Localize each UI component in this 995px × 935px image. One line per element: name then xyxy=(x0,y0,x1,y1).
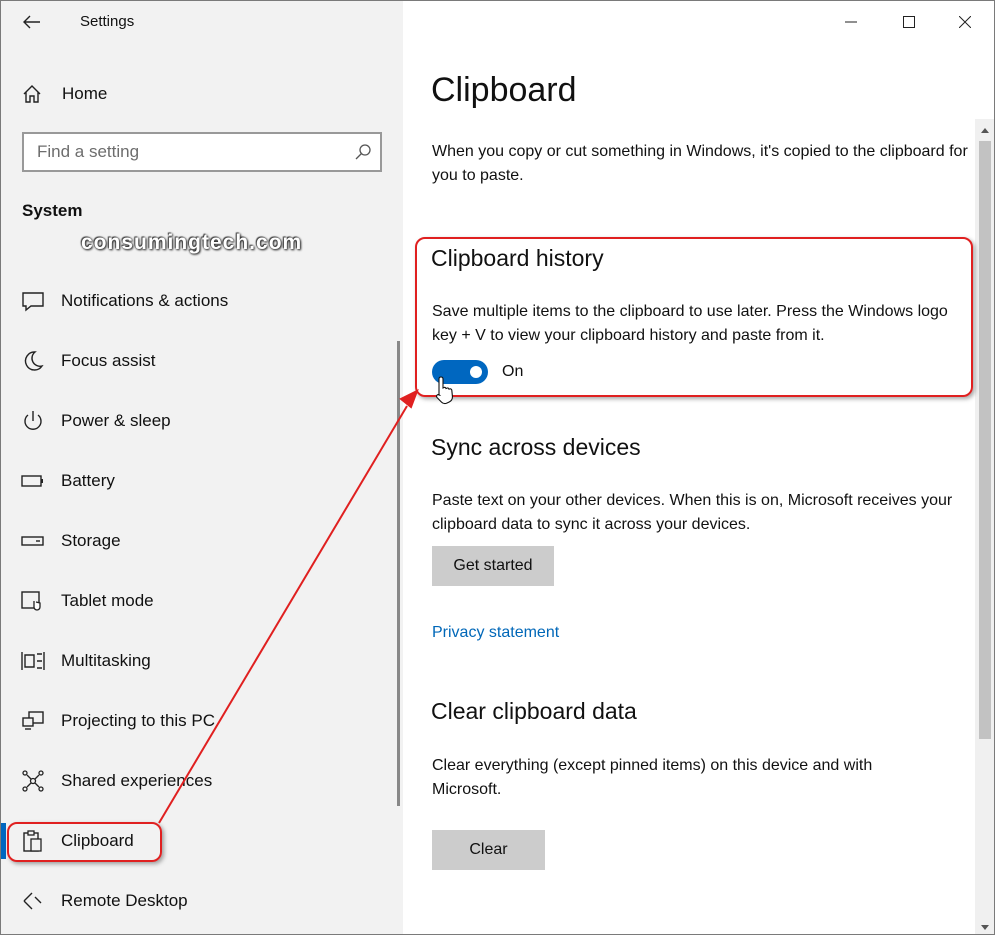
tablet-icon xyxy=(21,591,41,611)
home-label: Home xyxy=(62,84,108,103)
app-title: Settings xyxy=(80,13,135,30)
clear-button[interactable]: Clear xyxy=(432,830,545,870)
clipboard-history-highlight xyxy=(415,237,973,397)
watermark: consumingtech.com xyxy=(81,231,303,254)
sync-heading: Sync across devices xyxy=(431,434,641,460)
back-arrow-icon xyxy=(23,15,40,29)
sidebar-item-multitasking[interactable]: Multitasking xyxy=(1,631,401,691)
search-box xyxy=(22,132,382,172)
scrollbar-thumb[interactable] xyxy=(979,141,991,739)
sidebar-scrollbar[interactable] xyxy=(397,341,400,806)
sidebar-item-label: Tablet mode xyxy=(61,591,154,610)
sidebar-item-label: Multitasking xyxy=(61,651,151,670)
search-input[interactable] xyxy=(24,134,344,170)
power-icon xyxy=(24,411,42,430)
sidebar-item-label: Shared experiences xyxy=(61,771,213,790)
hand-cursor-icon xyxy=(435,376,453,405)
projecting-icon xyxy=(22,711,44,730)
next-section-heading-cutoff xyxy=(431,923,437,934)
sidebar-item-label: Projecting to this PC xyxy=(61,711,216,730)
storage-icon xyxy=(21,536,44,546)
privacy-statement-link[interactable]: Privacy statement xyxy=(432,624,559,642)
close-icon xyxy=(959,16,971,28)
main-scrollbar[interactable] xyxy=(975,119,994,934)
remote-desktop-icon xyxy=(23,892,42,910)
multitasking-icon xyxy=(21,652,45,670)
battery-icon xyxy=(21,475,43,487)
clear-heading: Clear clipboard data xyxy=(431,698,637,724)
sidebar-item-storage[interactable]: Storage xyxy=(1,511,401,571)
sidebar-item-notifications[interactable]: Notifications & actions xyxy=(1,271,401,331)
sidebar-item-battery[interactable]: Battery xyxy=(1,451,401,511)
sidebar-item-shared-experiences[interactable]: Shared experiences xyxy=(1,751,401,811)
sidebar-item-power-sleep[interactable]: Power & sleep xyxy=(1,391,401,451)
sidebar-item-label: Focus assist xyxy=(61,351,156,370)
search-icon[interactable] xyxy=(354,143,372,161)
sidebar-item-label: Power & sleep xyxy=(61,411,171,430)
chevron-up-icon xyxy=(981,127,989,133)
sync-description: Paste text on your other devices. When t… xyxy=(432,492,953,533)
home-icon xyxy=(23,85,41,103)
scroll-down-arrow[interactable] xyxy=(975,920,994,934)
chevron-down-icon xyxy=(981,924,989,930)
sidebar: Settings Home System consumingtech.com N… xyxy=(1,1,403,934)
minimize-button[interactable] xyxy=(823,1,879,43)
back-button[interactable] xyxy=(15,7,49,37)
sidebar-item-projecting[interactable]: Projecting to this PC xyxy=(1,691,401,751)
shared-icon xyxy=(22,770,44,792)
minimize-icon xyxy=(845,21,857,23)
sidebar-item-label: Battery xyxy=(61,471,115,490)
get-started-button[interactable]: Get started xyxy=(432,546,554,586)
clipboard-nav-highlight xyxy=(7,822,162,862)
sidebar-item-label: Storage xyxy=(61,531,121,550)
close-button[interactable] xyxy=(937,1,993,43)
sidebar-item-home[interactable]: Home xyxy=(21,81,107,107)
settings-window: Settings Home System consumingtech.com N… xyxy=(0,0,995,935)
moon-icon xyxy=(24,351,44,371)
maximize-button[interactable] xyxy=(881,1,937,43)
sidebar-item-remote-desktop[interactable]: Remote Desktop xyxy=(1,871,401,931)
sidebar-item-label: Remote Desktop xyxy=(61,891,188,910)
selection-indicator xyxy=(1,823,6,859)
sidebar-item-tablet-mode[interactable]: Tablet mode xyxy=(1,571,401,631)
scroll-up-arrow[interactable] xyxy=(975,123,994,137)
intro-text: When you copy or cut something in Window… xyxy=(432,143,968,184)
page-title: Clipboard xyxy=(431,71,577,109)
clear-description: Clear everything (except pinned items) o… xyxy=(432,757,873,798)
sidebar-item-focus-assist[interactable]: Focus assist xyxy=(1,331,401,391)
notification-icon xyxy=(22,292,44,312)
main-panel: Clipboard When you copy or cut something… xyxy=(403,1,994,934)
section-title: System xyxy=(22,201,83,220)
sidebar-item-label: Notifications & actions xyxy=(61,291,229,310)
maximize-icon xyxy=(903,16,915,28)
